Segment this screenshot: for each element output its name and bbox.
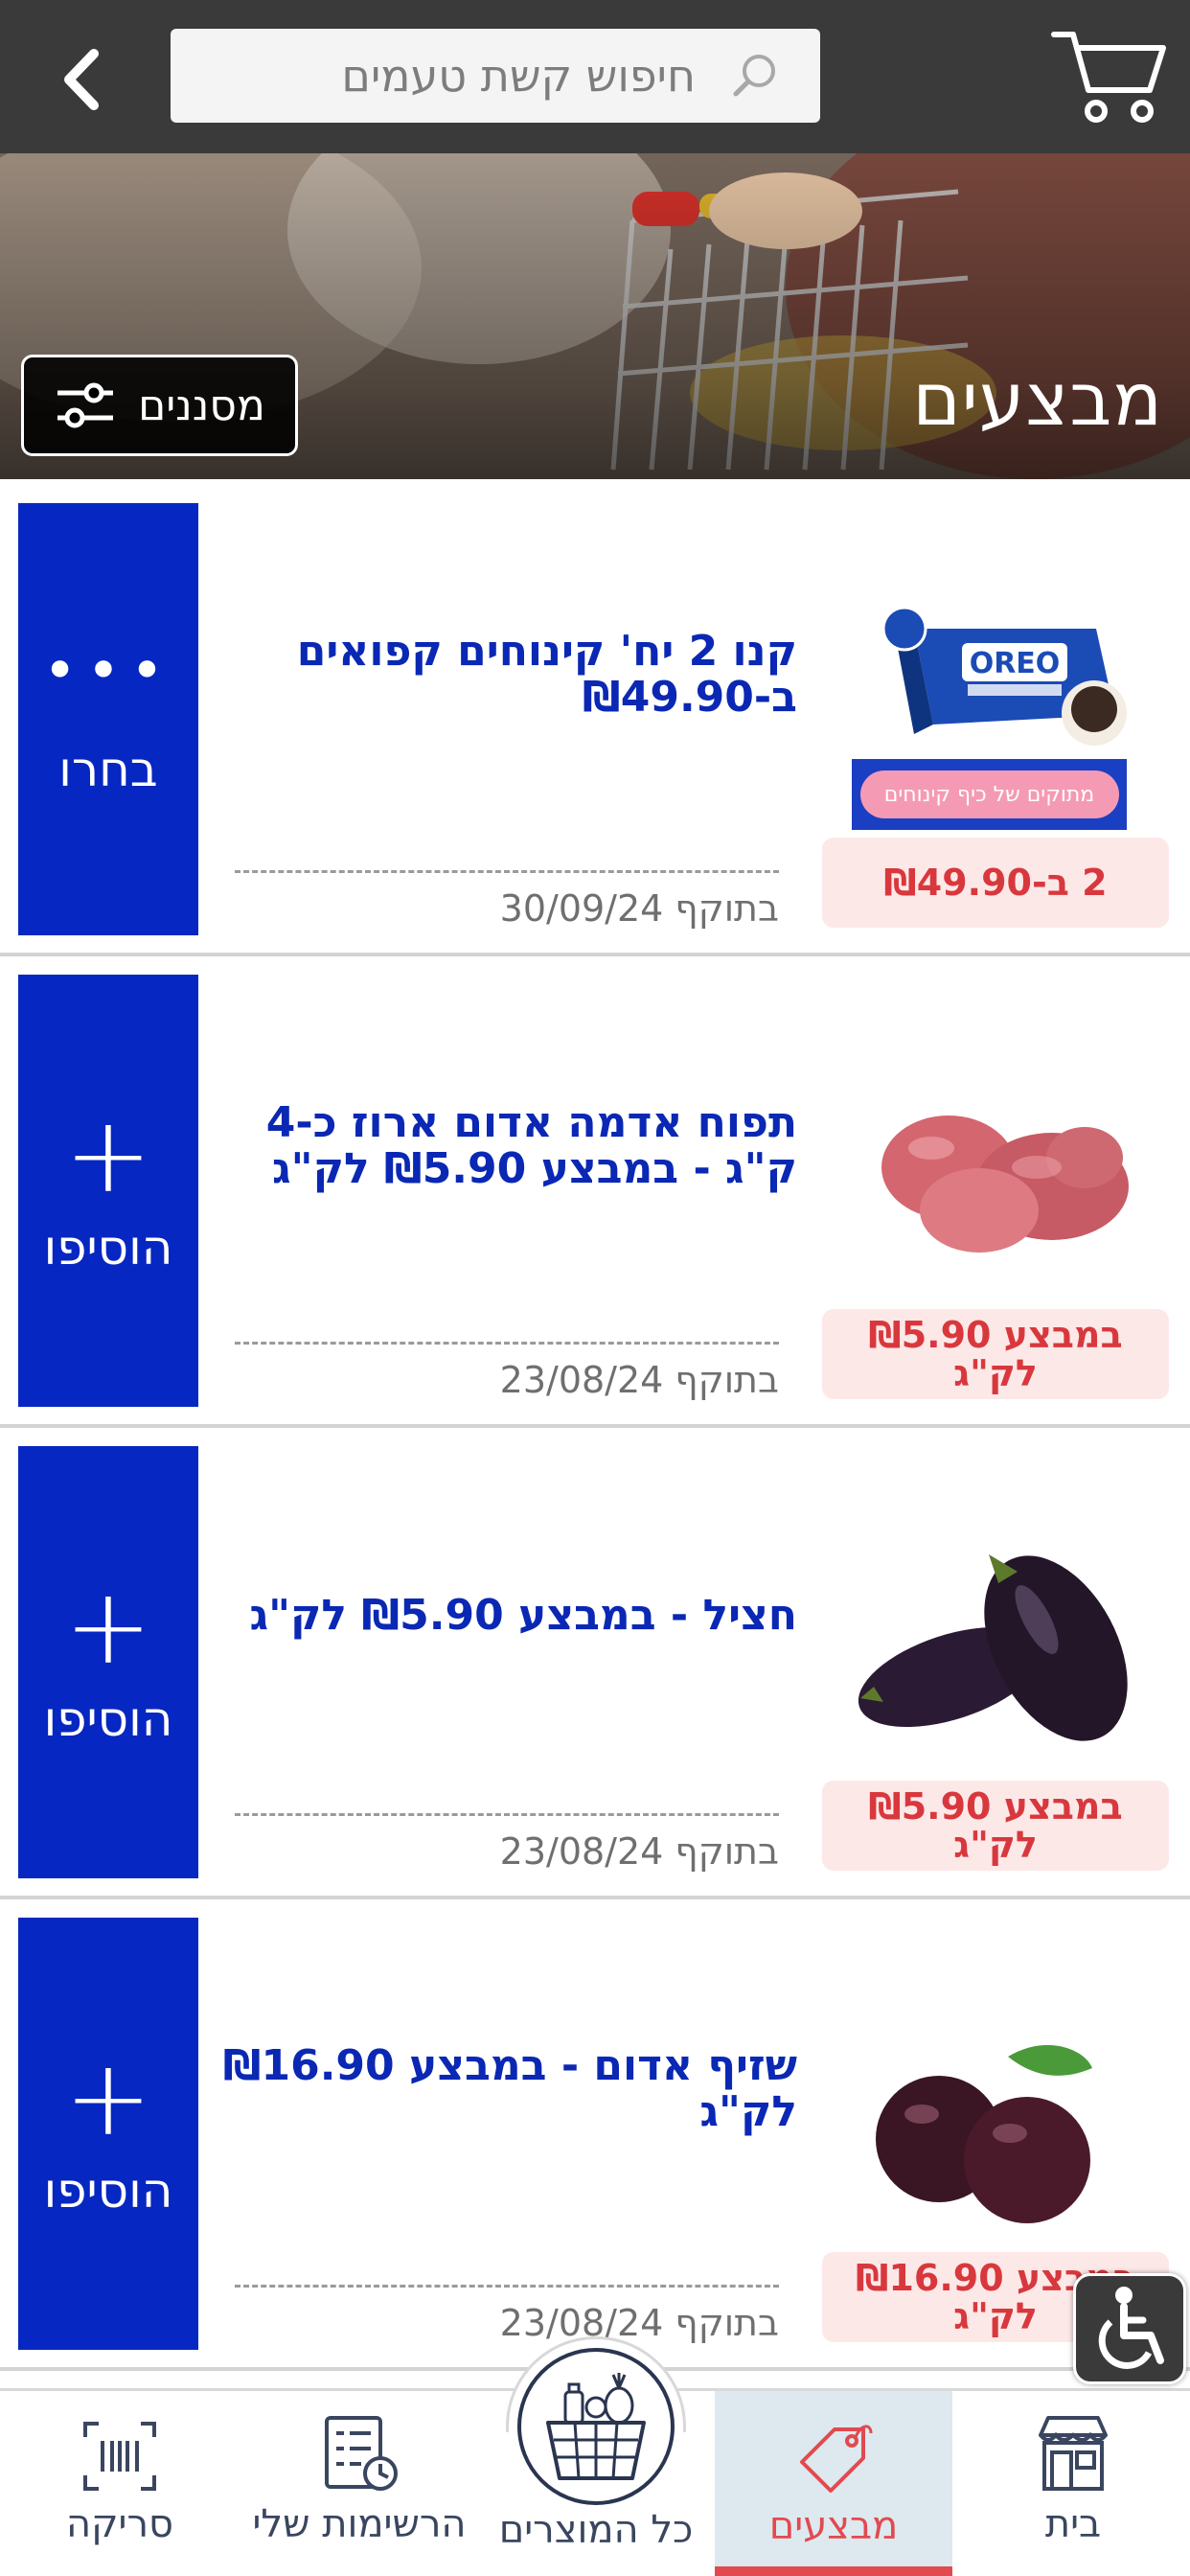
add-label: הוסיפו bbox=[43, 1690, 173, 1747]
page-title: מבצעים bbox=[912, 356, 1163, 442]
plus-icon: + bbox=[63, 2036, 153, 2159]
chevron-left-icon bbox=[64, 49, 99, 110]
top-bar: חיפוש קשת טעמים bbox=[0, 0, 1190, 153]
nav-deals-label: מבצעים bbox=[768, 2504, 899, 2548]
oreo-cheesecake-image: OREO bbox=[881, 606, 1127, 746]
nav-home[interactable]: בית bbox=[987, 2391, 1159, 2576]
nav-scan[interactable]: סריקה bbox=[38, 2391, 201, 2576]
valid-until: בתוקף 23/08/24 bbox=[499, 1830, 779, 1873]
wheelchair-icon bbox=[1098, 2287, 1164, 2369]
divider bbox=[235, 2285, 779, 2288]
valid-until: בתוקף 23/08/24 bbox=[499, 1359, 779, 1401]
valid-until: בתוקף 23/08/24 bbox=[499, 2302, 779, 2344]
cart-icon bbox=[1051, 32, 1166, 123]
add-label: הוסיפו bbox=[43, 2162, 173, 2219]
plus-icon: + bbox=[63, 1092, 153, 1216]
offer-card[interactable]: + הוסיפו תפוח אדמה אדום ארוז כ-4 ק"ג - ב… bbox=[0, 956, 1190, 1428]
add-label: הוסיפו bbox=[43, 1219, 173, 1276]
active-tab-indicator bbox=[715, 2566, 952, 2576]
filters-button[interactable]: מסננים bbox=[21, 355, 298, 456]
divider bbox=[235, 1342, 779, 1345]
offer-title: קנו 2 יח' קינוחים קפואים ב-₪49.90 bbox=[296, 627, 797, 722]
choose-label: בחרו bbox=[58, 741, 158, 797]
eggplants-image bbox=[858, 1554, 1128, 1741]
svg-text:OREO: OREO bbox=[970, 647, 1061, 680]
hero-banner: מבצעים מסננים bbox=[0, 153, 1190, 479]
dessert-brand-text: מתוקים של כיף קינוחים bbox=[859, 770, 1119, 818]
add-button[interactable]: + הוסיפו bbox=[18, 1446, 198, 1878]
back-button[interactable] bbox=[38, 36, 125, 123]
offer-title: תפוח אדמה אדום ארוז כ-4 ק"ג - במבצע ₪5.9… bbox=[265, 1098, 797, 1193]
barcode-scan-icon bbox=[83, 2422, 156, 2491]
nav-scan-label: סריקה bbox=[66, 2502, 173, 2546]
plus-icon: + bbox=[63, 1564, 153, 1688]
valid-until: בתוקף 30/09/24 bbox=[499, 887, 779, 930]
more-dots-icon: ••• bbox=[42, 636, 174, 704]
offer-title: שזיף אדום - במבצע ₪16.90 לק"ג bbox=[222, 2041, 797, 2136]
sliders-icon bbox=[57, 382, 114, 428]
add-button[interactable]: + הוסיפו bbox=[18, 975, 198, 1407]
nav-all-products-label: כל המוצרים bbox=[498, 2508, 694, 2552]
search-input[interactable]: חיפוש קשת טעמים bbox=[171, 29, 820, 123]
filters-label: מסננים bbox=[138, 380, 265, 430]
checklist-icon bbox=[325, 2416, 398, 2491]
price-tag: במבצע ₪5.90 לק"ג bbox=[822, 1309, 1169, 1399]
choose-button[interactable]: ••• בחרו bbox=[18, 503, 198, 935]
offer-title: חציל - במבצע ₪5.90 לק"ג bbox=[249, 1591, 797, 1640]
dessert-brand-badge: מתוקים של כיף קינוחים bbox=[852, 759, 1127, 830]
accessibility-button[interactable] bbox=[1073, 2273, 1186, 2384]
nav-my-lists-label: הרשימות שלי bbox=[252, 2502, 467, 2546]
price-tag: במבצע ₪5.90 לק"ג bbox=[822, 1781, 1169, 1871]
red-potatoes-image bbox=[881, 1116, 1129, 1253]
all-products-button[interactable] bbox=[517, 2348, 675, 2505]
nav-home-label: בית bbox=[1044, 2502, 1102, 2546]
search-icon bbox=[733, 55, 775, 97]
cart-button[interactable] bbox=[1050, 27, 1169, 126]
search-placeholder: חיפוש קשת טעמים bbox=[341, 50, 696, 102]
basket-icon bbox=[546, 2373, 646, 2480]
offer-card[interactable]: + הוסיפו שזיף אדום - במבצע ₪16.90 לק"ג ב… bbox=[0, 1899, 1190, 2371]
price-tag-icon bbox=[800, 2425, 873, 2493]
red-plums-image bbox=[876, 2044, 1092, 2223]
offer-card[interactable]: + הוסיפו חציל - במבצע ₪5.90 לק"ג בתוקף 2… bbox=[0, 1428, 1190, 1899]
price-tag: 2 ב-₪49.90 bbox=[822, 838, 1169, 928]
store-icon bbox=[1039, 2416, 1108, 2491]
offer-card[interactable]: ••• בחרו קנו 2 יח' קינוחים קפואים ב-₪49.… bbox=[0, 485, 1190, 956]
add-button[interactable]: + הוסיפו bbox=[18, 1918, 198, 2350]
nav-my-lists[interactable]: הרשימות שלי bbox=[240, 2391, 479, 2576]
divider bbox=[235, 870, 779, 873]
nav-deals[interactable]: מבצעים bbox=[715, 2391, 952, 2576]
divider bbox=[235, 1813, 779, 1816]
